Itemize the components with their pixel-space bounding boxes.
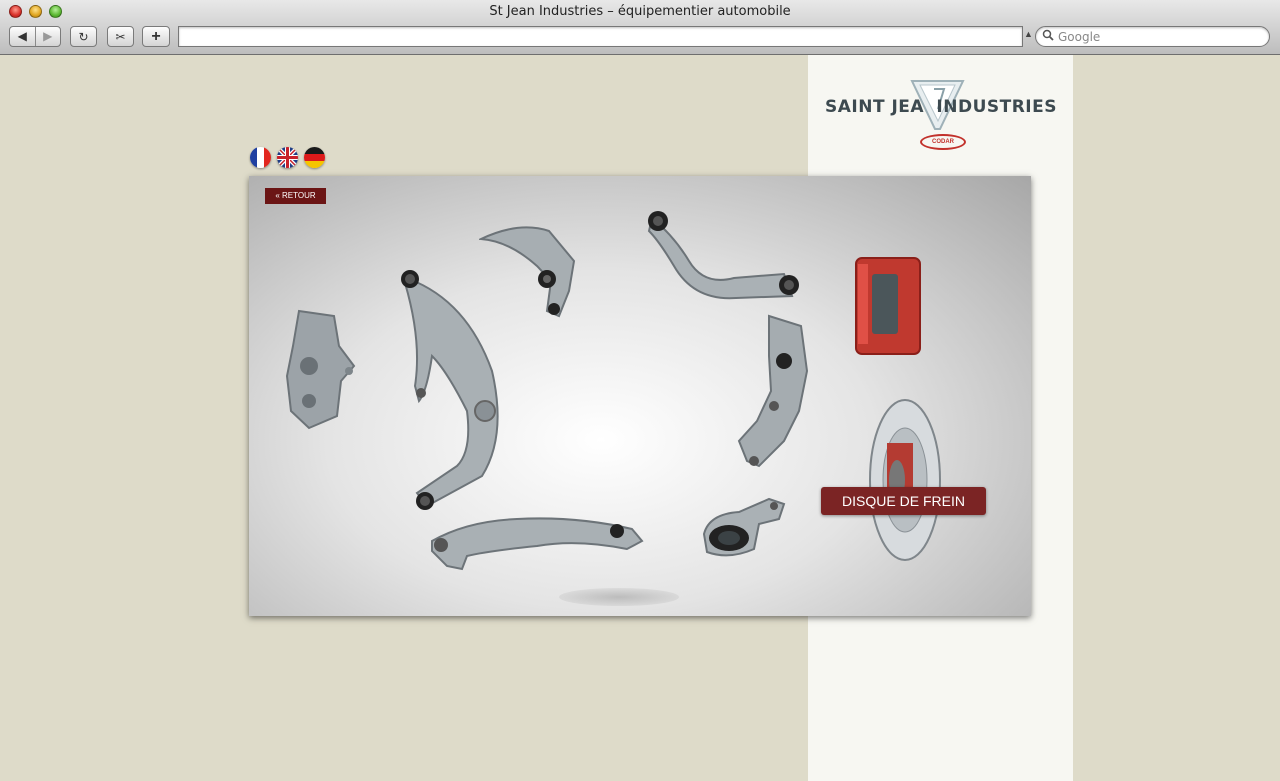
logo-badge: CODAR — [920, 134, 966, 150]
add-bookmark-button[interactable]: + — [142, 26, 170, 47]
reload-button[interactable]: ↻ — [70, 26, 97, 47]
brake-disc-part[interactable] — [867, 398, 945, 563]
uk-flag-icon[interactable] — [277, 147, 298, 168]
navigation-buttons: ◀ ▶ — [9, 26, 61, 47]
page-viewport: SAINT JEAN INDUSTRIES CODAR « RETOUR DIS… — [0, 55, 1280, 781]
search-placeholder: Google — [1058, 29, 1101, 44]
language-selector — [250, 147, 325, 168]
disque-de-frein-label[interactable]: DISQUE DE FREIN — [821, 487, 986, 515]
steering-knuckle-part[interactable] — [279, 306, 359, 431]
brake-caliper-part[interactable] — [852, 254, 924, 359]
lower-arm-part[interactable] — [427, 511, 647, 571]
address-caret-icon[interactable]: ▲ — [1024, 29, 1033, 39]
floor-shadow — [559, 588, 679, 606]
snippet-button[interactable]: ✂ — [107, 26, 134, 47]
forward-icon[interactable]: ▶ — [34, 27, 61, 46]
product-stage: « RETOUR DISQUE DE FREIN — [249, 176, 1031, 616]
plus-icon: + — [151, 27, 161, 45]
bushing-bracket-part[interactable] — [699, 494, 791, 562]
back-icon[interactable]: ◀ — [10, 27, 35, 46]
search-field[interactable]: Google — [1035, 26, 1270, 47]
french-flag-icon[interactable] — [250, 147, 271, 168]
window-title: St Jean Industries – équipementier autom… — [489, 4, 791, 19]
logo-text-right: INDUSTRIES — [936, 97, 1057, 117]
retour-button[interactable]: « RETOUR — [265, 188, 326, 204]
upper-link-part[interactable] — [644, 206, 804, 301]
address-bar[interactable] — [178, 26, 1023, 47]
scissors-icon: ✂ — [115, 29, 126, 44]
rear-knuckle-part[interactable] — [729, 311, 809, 471]
browser-toolbar: St Jean Industries – équipementier autom… — [0, 0, 1280, 55]
search-icon — [1042, 29, 1054, 44]
german-flag-icon[interactable] — [304, 147, 325, 168]
reload-icon: ↻ — [78, 29, 89, 44]
upper-knuckle-part[interactable] — [479, 221, 579, 321]
company-logo[interactable]: SAINT JEAN INDUSTRIES CODAR — [820, 77, 1057, 157]
